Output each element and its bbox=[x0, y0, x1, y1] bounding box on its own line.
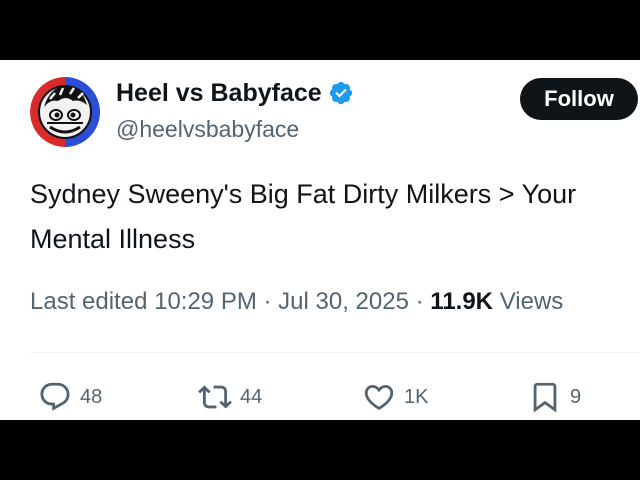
author-name-row: Heel vs Babyface bbox=[116, 78, 354, 108]
heart-icon bbox=[362, 380, 396, 414]
reply-icon bbox=[38, 380, 72, 414]
divider bbox=[30, 352, 640, 353]
meta-separator-2: · bbox=[415, 288, 424, 315]
tweet-date[interactable]: Jul 30, 2025 bbox=[278, 288, 409, 315]
repost-button[interactable]: 44 bbox=[198, 380, 262, 414]
repost-icon bbox=[198, 380, 232, 414]
bookmark-count: 9 bbox=[570, 386, 582, 408]
edited-label[interactable]: Last edited bbox=[30, 288, 147, 315]
views-count: 11.9K bbox=[430, 288, 494, 315]
author-display-name[interactable]: Heel vs Babyface bbox=[116, 78, 322, 108]
like-button[interactable]: 1K bbox=[362, 380, 428, 414]
views-label: Views bbox=[499, 288, 564, 315]
avatar[interactable] bbox=[30, 77, 100, 147]
repost-count: 44 bbox=[240, 386, 263, 408]
tweet-time[interactable]: 10:29 PM bbox=[154, 288, 257, 315]
bookmark-button[interactable]: 9 bbox=[528, 380, 581, 414]
wrestler-face-logo-icon bbox=[30, 77, 100, 147]
author-handle[interactable]: @heelvsbabyface bbox=[116, 115, 299, 143]
reply-button[interactable]: 48 bbox=[38, 380, 102, 414]
bookmark-icon bbox=[528, 380, 562, 414]
meta-separator: · bbox=[263, 288, 272, 315]
tweet-meta: Last edited 10:29 PM · Jul 30, 2025 · 11… bbox=[30, 287, 563, 317]
video-frame: Heel vs Babyface @heelvsbabyface Follow … bbox=[0, 0, 640, 480]
tweet-card: Heel vs Babyface @heelvsbabyface Follow … bbox=[0, 60, 640, 420]
tweet-text: Sydney Sweeny's Big Fat Dirty Milkers > … bbox=[30, 179, 577, 254]
verified-badge-icon bbox=[328, 80, 354, 106]
reply-count: 48 bbox=[80, 386, 103, 408]
follow-button[interactable]: Follow bbox=[520, 78, 638, 120]
like-count: 1K bbox=[404, 386, 429, 408]
